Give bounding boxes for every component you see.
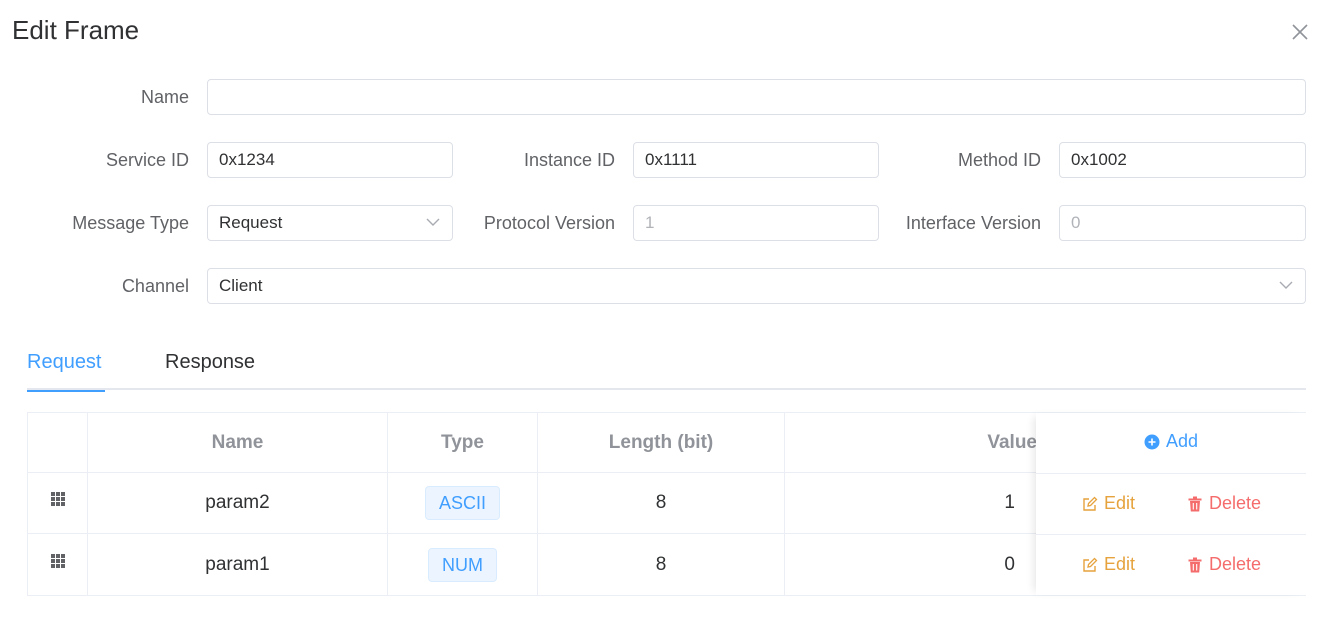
row-value: 0	[1004, 553, 1015, 575]
edit-button[interactable]: Edit	[1082, 493, 1135, 514]
params-table: Name Type Length (bit) Value param2 ASCI…	[27, 412, 1306, 596]
type-badge: ASCII	[424, 486, 500, 520]
dialog-title: Edit Frame	[12, 15, 140, 45]
method-id-label: Method ID	[957, 150, 1041, 170]
method-id-input[interactable]: 0x1002	[1059, 142, 1306, 178]
row-name: param1	[88, 534, 388, 595]
channel-value: Client	[219, 276, 263, 295]
edit-label: Edit	[1104, 493, 1136, 513]
name-input[interactable]	[207, 79, 1306, 115]
name-input-field[interactable]	[219, 81, 1294, 113]
drag-handle[interactable]	[28, 473, 88, 534]
service-id-input[interactable]: 0x1234	[207, 142, 453, 178]
protocol-version-input[interactable]: 1	[633, 205, 879, 241]
delete-label: Delete	[1209, 493, 1262, 513]
header-type: Type	[388, 413, 538, 473]
plus-circle-icon	[1144, 434, 1160, 449]
drag-handle[interactable]	[28, 534, 88, 595]
instance-id-input[interactable]: 0x1111	[633, 142, 879, 178]
chevron-down-icon	[426, 218, 440, 226]
tab-request[interactable]: Request	[27, 348, 105, 392]
row-type: NUM	[388, 534, 538, 595]
trash-icon	[1188, 557, 1202, 572]
row-name: param2	[88, 473, 388, 534]
channel-select[interactable]: Client	[207, 268, 1306, 304]
header-name: Name	[88, 413, 388, 473]
interface-version-input[interactable]: 0	[1059, 205, 1306, 241]
close-icon[interactable]	[1290, 22, 1310, 42]
delete-button[interactable]: Delete	[1187, 493, 1261, 514]
edit-label: Edit	[1104, 554, 1136, 574]
row-length: 8	[538, 473, 785, 534]
instance-id-label: Instance ID	[523, 150, 615, 170]
drag-header	[28, 413, 88, 473]
message-type-label: Message Type	[72, 213, 189, 233]
add-label: Add	[1166, 431, 1199, 451]
chevron-down-icon	[1279, 281, 1293, 289]
type-badge: NUM	[428, 547, 497, 582]
channel-label: Channel	[121, 276, 189, 296]
edit-icon	[1083, 557, 1098, 572]
operations-column: Add Edit Delete Edit Delete	[1036, 413, 1306, 595]
row-length: 8	[538, 534, 785, 595]
row-type: ASCII	[388, 473, 538, 534]
message-type-select[interactable]: Request	[207, 205, 453, 241]
delete-label: Delete	[1209, 554, 1262, 574]
delete-button[interactable]: Delete	[1187, 554, 1261, 575]
add-param-button[interactable]: Add	[1144, 431, 1198, 452]
service-id-label: Service ID	[105, 150, 189, 170]
tab-response[interactable]: Response	[165, 348, 255, 390]
message-type-value: Request	[219, 213, 283, 232]
tab-bar: Request Response	[27, 340, 1306, 392]
grid-icon	[50, 553, 65, 568]
edit-button[interactable]: Edit	[1082, 554, 1135, 575]
edit-icon	[1083, 496, 1098, 511]
name-label: Name	[140, 87, 189, 107]
trash-icon	[1188, 496, 1202, 511]
header-value: Value	[785, 413, 1037, 473]
protocol-version-label: Protocol Version	[483, 213, 615, 233]
grid-icon	[50, 492, 65, 506]
interface-version-label: Interface Version	[905, 213, 1041, 233]
row-value: 1	[785, 473, 1037, 534]
header-length: Length (bit)	[538, 413, 785, 473]
